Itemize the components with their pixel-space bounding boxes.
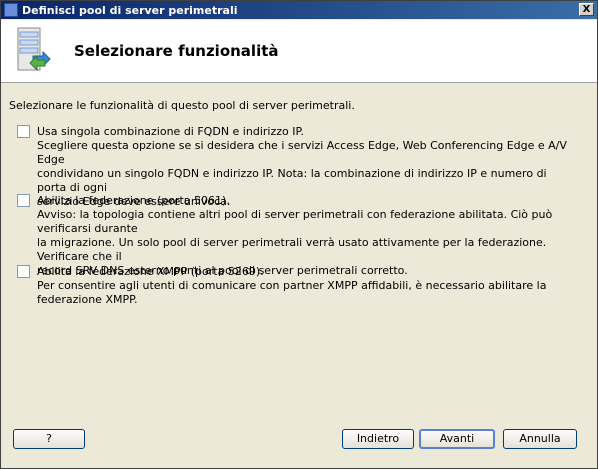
federation-checkbox[interactable] bbox=[17, 194, 30, 207]
next-button[interactable]: Avanti bbox=[419, 429, 495, 449]
wizard-window: Definisci pool di server perimetrali X S… bbox=[0, 0, 598, 469]
fqdn-checkbox[interactable] bbox=[17, 125, 30, 138]
xmpp-description: Per consentire agli utenti di comunicare… bbox=[37, 279, 577, 307]
description-line: Per consentire agli utenti di comunicare… bbox=[37, 279, 547, 306]
description-line: condividano un singolo FQDN e indirizzo … bbox=[37, 167, 547, 194]
wizard-header: Selezionare funzionalità bbox=[1, 20, 597, 83]
cancel-button[interactable]: Annulla bbox=[503, 429, 577, 449]
description-line: la migrazione. Un solo pool di server pe… bbox=[37, 236, 547, 263]
intro-text: Selezionare le funzionalità di questo po… bbox=[9, 99, 355, 112]
fqdn-label[interactable]: Usa singola combinazione di FQDN e indir… bbox=[37, 125, 304, 138]
xmpp-checkbox[interactable] bbox=[17, 265, 30, 278]
xmpp-label[interactable]: Abilita la federazione XMPP (porta 5269)… bbox=[37, 265, 264, 278]
title-bar: Definisci pool di server perimetrali X bbox=[1, 1, 597, 19]
server-pool-icon bbox=[17, 27, 51, 72]
page-title: Selezionare funzionalità bbox=[74, 42, 279, 60]
description-line: Scegliere questa opzione se si desidera … bbox=[37, 139, 567, 166]
help-button[interactable]: ? bbox=[13, 429, 85, 449]
close-button[interactable]: X bbox=[579, 3, 594, 16]
federation-label[interactable]: Abilita la federazione (porta 5061). bbox=[37, 194, 230, 207]
wizard-body: Selezionare le funzionalità di questo po… bbox=[1, 83, 597, 468]
window-title: Definisci pool di server perimetrali bbox=[22, 3, 238, 17]
back-button[interactable]: Indietro bbox=[342, 429, 414, 449]
app-icon bbox=[4, 3, 18, 17]
description-line: Avviso: la topologia contiene altri pool… bbox=[37, 208, 553, 235]
